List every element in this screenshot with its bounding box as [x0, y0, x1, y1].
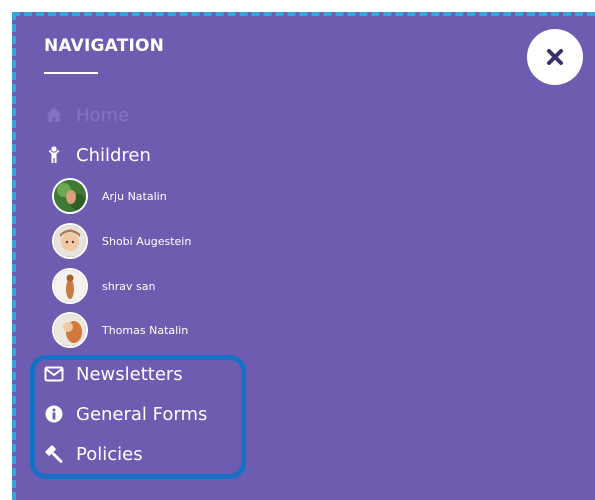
close-icon	[547, 49, 563, 65]
menu-item-children[interactable]: Children	[44, 143, 151, 167]
dashed-border-left	[12, 12, 16, 500]
child-item-thomas-natalin[interactable]: Thomas Natalin	[52, 312, 188, 348]
child-name: Arju Natalin	[102, 189, 167, 203]
dashed-border-top	[12, 12, 595, 16]
menu-item-label: Home	[76, 104, 130, 126]
home-icon	[44, 105, 64, 125]
close-button[interactable]	[527, 29, 583, 85]
avatar	[52, 312, 88, 348]
highlight-box	[30, 355, 246, 479]
child-icon	[44, 145, 64, 165]
child-name: shrav san	[102, 279, 156, 293]
title-underline	[44, 72, 98, 74]
child-item-shrav-san[interactable]: shrav san	[52, 268, 155, 304]
child-name: Thomas Natalin	[102, 323, 189, 337]
menu-item-label: Children	[76, 144, 151, 166]
child-item-arju-natalin[interactable]: Arju Natalin	[52, 178, 167, 214]
menu-item-home[interactable]: Home	[44, 103, 129, 127]
avatar	[52, 268, 88, 304]
child-item-shobi-augestein[interactable]: Shobi Augestein	[52, 223, 191, 259]
child-name: Shobi Augestein	[102, 234, 192, 248]
avatar	[52, 178, 88, 214]
avatar	[52, 223, 88, 259]
navigation-title: NAVIGATION	[44, 36, 165, 56]
